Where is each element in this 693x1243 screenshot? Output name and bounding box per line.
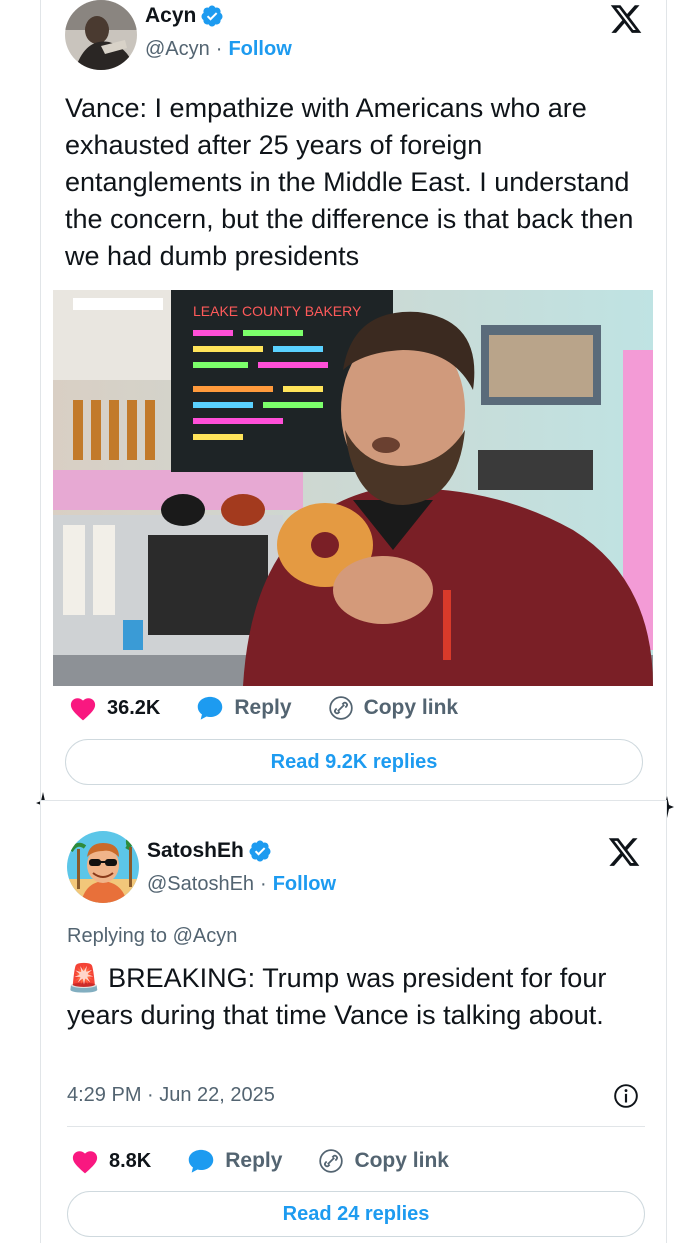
follow-button[interactable]: Follow <box>273 873 336 896</box>
tweet-card-acyn: Acyn @Acyn · Follow Vance: I empathize w… <box>40 0 667 800</box>
follow-button[interactable]: Follow <box>228 38 291 61</box>
avatar[interactable] <box>65 0 137 70</box>
handle[interactable]: @Acyn <box>145 38 210 61</box>
timestamp[interactable]: 4:29 PM · Jun 22, 2025 <box>67 1084 275 1107</box>
x-logo-icon[interactable] <box>609 2 643 36</box>
reply-bubble-icon <box>198 696 223 720</box>
copy-link-label: Copy link <box>354 1149 449 1172</box>
reply-label: Reply <box>225 1149 283 1172</box>
reply-label: Reply <box>234 696 292 719</box>
menu-board-title: LEAKE COUNTY BAKERY <box>193 303 362 319</box>
heart-icon <box>72 1151 98 1174</box>
info-icon[interactable] <box>613 1083 639 1109</box>
like-count: 36.2K <box>107 696 161 719</box>
avatar[interactable] <box>67 831 139 903</box>
tweet-text: Vance: I empathize with Americans who ar… <box>65 93 634 271</box>
reply-bubble-icon <box>189 1149 214 1173</box>
like-count: 8.8K <box>109 1149 152 1172</box>
heart-icon <box>70 698 96 721</box>
replying-to[interactable]: Replying to @Acyn <box>67 925 237 948</box>
verified-badge-icon <box>201 5 223 27</box>
copy-link-label: Copy link <box>363 696 459 719</box>
separator-dot: · <box>260 873 267 895</box>
x-logo-icon[interactable] <box>607 835 641 869</box>
tweet-card-satosheh: SatoshEh @SatoshEh · Follow Replying to … <box>40 800 667 1243</box>
handle[interactable]: @SatoshEh <box>147 873 254 896</box>
tweet-text-body: BREAKING: Trump was president for four y… <box>67 963 607 1030</box>
link-icon <box>328 696 353 720</box>
reply-button[interactable]: Reply <box>187 1148 282 1174</box>
read-replies-button[interactable]: Read 24 replies <box>67 1191 645 1237</box>
copy-link-button[interactable]: Copy link <box>318 1148 449 1174</box>
display-name[interactable]: Acyn <box>145 4 196 28</box>
like-button[interactable]: 36.2K <box>69 695 160 721</box>
reply-button[interactable]: Reply <box>196 695 292 721</box>
divider <box>67 1126 645 1127</box>
read-replies-button[interactable]: Read 9.2K replies <box>65 739 643 785</box>
display-name[interactable]: SatoshEh <box>147 839 244 863</box>
like-button[interactable]: 8.8K <box>71 1148 151 1174</box>
siren-emoji-icon: 🚨 <box>67 963 101 993</box>
link-icon <box>319 1149 344 1173</box>
tweet-photo[interactable]: LEAKE COUNTY BAKERY <box>53 290 653 686</box>
verified-badge-icon <box>249 840 271 862</box>
tweet-text: 🚨 BREAKING: Trump was president for four… <box>67 960 651 1034</box>
separator-dot: · <box>215 38 223 60</box>
copy-link-button[interactable]: Copy link <box>328 695 459 721</box>
